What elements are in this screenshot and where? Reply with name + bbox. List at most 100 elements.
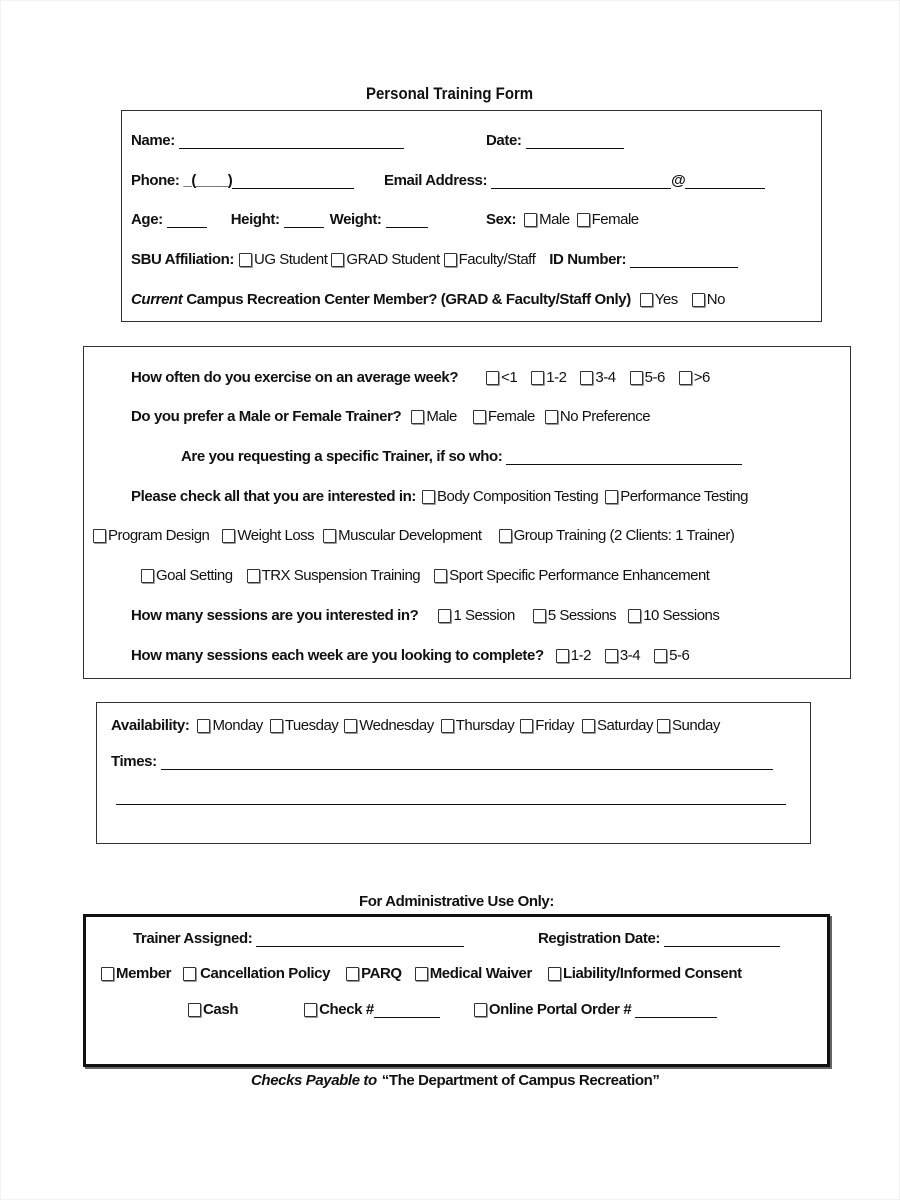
frequency-option-3-4[interactable]: 3-4 xyxy=(580,368,616,388)
checkbox[interactable] xyxy=(580,371,594,385)
phone-area-code[interactable]: _(____) xyxy=(183,171,232,191)
day-option-wednesday[interactable]: Wednesday xyxy=(344,716,434,736)
checkbox[interactable] xyxy=(101,967,114,981)
checkbox[interactable] xyxy=(472,410,486,424)
checkbox[interactable] xyxy=(576,213,590,227)
check-number-field[interactable] xyxy=(373,1003,440,1018)
trainer-gender-option-male[interactable]: Male xyxy=(411,407,457,427)
day-option-thursday[interactable]: Thursday xyxy=(440,716,515,736)
checkbox[interactable] xyxy=(188,1003,201,1017)
checkbox[interactable] xyxy=(438,609,452,623)
checkbox[interactable] xyxy=(422,490,436,504)
admin-option-member[interactable]: Member xyxy=(101,964,172,984)
trainer-assigned-field[interactable] xyxy=(256,932,465,947)
checkbox[interactable] xyxy=(628,609,642,623)
checkbox[interactable] xyxy=(93,529,106,543)
admin-option-cancellation[interactable]: Cancellation Policy xyxy=(183,964,330,984)
checkbox[interactable] xyxy=(344,719,358,733)
checkbox[interactable] xyxy=(346,967,360,981)
sex-option-male[interactable]: Male xyxy=(524,210,570,230)
checkbox[interactable] xyxy=(323,529,337,543)
id-number-field[interactable] xyxy=(630,253,739,268)
affiliation-option-ug[interactable]: UG Student xyxy=(239,250,328,270)
trainer-gender-option-female[interactable]: Female xyxy=(472,407,535,427)
checkbox[interactable] xyxy=(657,719,671,733)
day-option-tuesday[interactable]: Tuesday xyxy=(269,716,339,736)
checkbox[interactable] xyxy=(678,371,692,385)
checkbox[interactable] xyxy=(440,719,454,733)
interest-option[interactable]: Program Design xyxy=(93,526,210,546)
frequency-option-1-2[interactable]: 1-2 xyxy=(531,368,567,388)
checkbox[interactable] xyxy=(304,1003,318,1017)
sessions-option[interactable]: 10 Sessions xyxy=(628,606,720,626)
checkbox[interactable] xyxy=(532,609,546,623)
checkbox[interactable] xyxy=(414,967,428,981)
sessions-option[interactable]: 5 Sessions xyxy=(532,606,617,626)
checkbox[interactable] xyxy=(498,529,512,543)
affiliation-option-faculty[interactable]: Faculty/Staff xyxy=(443,250,536,270)
payment-option-check[interactable]: Check # xyxy=(304,1000,374,1020)
trainer-gender-option-no-preference[interactable]: No Preference xyxy=(544,407,651,427)
name-field[interactable] xyxy=(178,134,404,149)
interest-option[interactable]: TRX Suspension Training xyxy=(246,566,421,586)
checkbox[interactable] xyxy=(547,967,561,981)
frequency-option-lt1[interactable]: <1 xyxy=(486,368,518,388)
checkbox[interactable] xyxy=(443,253,457,267)
interest-option[interactable]: Goal Setting xyxy=(141,566,233,586)
member-option-no[interactable]: No xyxy=(691,290,725,310)
payment-option-cash[interactable]: Cash xyxy=(188,1000,238,1020)
admin-option-liability[interactable]: Liability/Informed Consent xyxy=(547,964,742,984)
checkbox[interactable] xyxy=(197,719,211,733)
weekly-option[interactable]: 5-6 xyxy=(654,646,690,666)
email-user-field[interactable] xyxy=(491,174,672,189)
checkbox[interactable] xyxy=(222,529,236,543)
checkbox[interactable] xyxy=(331,253,345,267)
weekly-option[interactable]: 1-2 xyxy=(555,646,591,666)
registration-date-field[interactable] xyxy=(664,932,780,947)
specific-trainer-field[interactable] xyxy=(506,450,743,465)
checkbox[interactable] xyxy=(604,649,618,663)
checkbox[interactable] xyxy=(531,371,545,385)
date-field[interactable] xyxy=(525,134,624,149)
interest-option[interactable]: Weight Loss xyxy=(222,526,315,546)
interest-option[interactable]: Performance Testing xyxy=(605,487,748,507)
checkbox[interactable] xyxy=(411,410,425,424)
online-order-number-field[interactable] xyxy=(635,1003,718,1018)
checkbox[interactable] xyxy=(605,490,619,504)
sessions-option[interactable]: 1 Session xyxy=(438,606,515,626)
phone-field[interactable] xyxy=(232,174,355,189)
admin-option-parq[interactable]: PARQ xyxy=(346,964,402,984)
day-option-sunday[interactable]: Sunday xyxy=(657,716,720,736)
checkbox[interactable] xyxy=(520,719,534,733)
sex-option-female[interactable]: Female xyxy=(576,210,639,230)
day-option-monday[interactable]: Monday xyxy=(197,716,263,736)
member-option-yes[interactable]: Yes xyxy=(639,290,678,310)
height-field[interactable] xyxy=(283,213,324,228)
payment-option-online-portal[interactable]: Online Portal Order # xyxy=(473,1000,632,1020)
interest-option[interactable]: Group Training (2 Clients: 1 Trainer) xyxy=(498,526,735,546)
checkbox[interactable] xyxy=(183,967,197,981)
checkbox[interactable] xyxy=(473,1003,487,1017)
checkbox[interactable] xyxy=(654,649,668,663)
checkbox[interactable] xyxy=(141,569,154,583)
checkbox[interactable] xyxy=(524,213,538,227)
affiliation-option-grad[interactable]: GRAD Student xyxy=(331,250,440,270)
checkbox[interactable] xyxy=(555,649,569,663)
checkbox[interactable] xyxy=(581,719,595,733)
weekly-option[interactable]: 3-4 xyxy=(604,646,641,666)
frequency-option-5-6[interactable]: 5-6 xyxy=(629,368,665,388)
frequency-option-gt6[interactable]: >6 xyxy=(678,368,710,388)
times-field-line-2[interactable] xyxy=(116,804,786,805)
interest-option[interactable]: Body Composition Testing xyxy=(422,487,599,507)
interest-option[interactable]: Sport Specific Performance Enhancement xyxy=(434,566,710,586)
admin-option-medical-waiver[interactable]: Medical Waiver xyxy=(414,964,532,984)
weight-field[interactable] xyxy=(385,213,428,228)
day-option-saturday[interactable]: Saturday xyxy=(581,716,654,736)
checkbox[interactable] xyxy=(269,719,283,733)
checkbox[interactable] xyxy=(629,371,643,385)
email-domain-field[interactable] xyxy=(685,174,766,189)
age-field[interactable] xyxy=(166,213,207,228)
times-field[interactable] xyxy=(160,755,773,770)
checkbox[interactable] xyxy=(246,569,260,583)
checkbox[interactable] xyxy=(639,293,653,307)
